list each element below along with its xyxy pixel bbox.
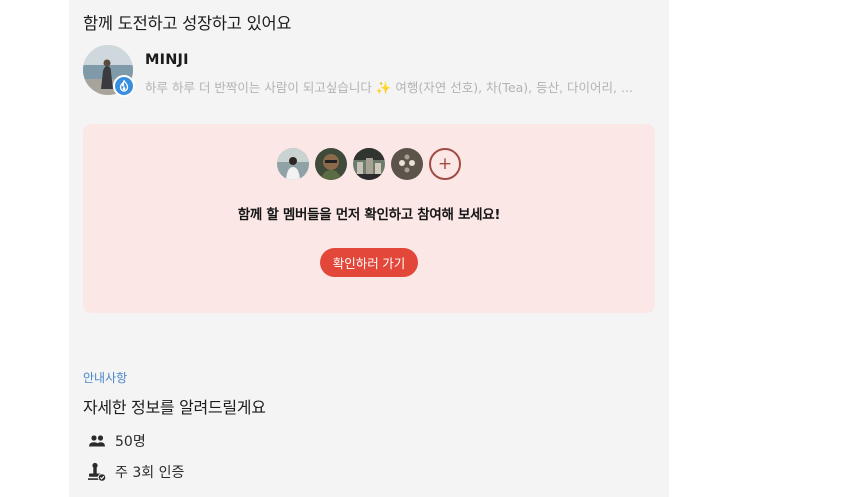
leader-bio: 하루 하루 더 반짝이는 사람이 되고싶습니다 ✨ 여행(자연 선호), 차(T… [145, 80, 633, 95]
member-avatar[interactable] [277, 148, 309, 180]
members-card-message: 함께 할 멤버들을 먼저 확인하고 참여해 보세요! [237, 207, 501, 223]
leader-profile[interactable]: MINJI 하루 하루 더 반짝이는 사람이 되고싶습니다 ✨ 여행(자연 선호… [83, 45, 653, 97]
stamp-check-icon [87, 462, 107, 482]
leader-badge [113, 75, 135, 97]
flame-icon [119, 80, 129, 92]
member-avatar-row: + [83, 148, 655, 180]
more-members-button[interactable]: + [429, 148, 461, 180]
info-row-certification: 주 3회 인증 [87, 461, 184, 483]
challenge-detail-panel: 함께 도전하고 성장하고 있어요 MINJI 하루 하루 더 반짝이는 사람이 … [69, 0, 669, 497]
people-icon [87, 431, 107, 451]
leader-name: MINJI [145, 52, 189, 68]
leader-avatar-wrap [83, 45, 135, 97]
info-row-text: 50명 [115, 434, 146, 450]
info-tag: 안내사항 [83, 371, 128, 385]
section-title: 함께 도전하고 성장하고 있어요 [83, 14, 292, 33]
member-avatar[interactable] [353, 148, 385, 180]
info-title: 자세한 정보를 알려드릴게요 [83, 398, 266, 417]
member-avatar[interactable] [391, 148, 423, 180]
members-preview-card: + 함께 할 멤버들을 먼저 확인하고 참여해 보세요! 확인하러 가기 [83, 124, 655, 313]
info-row-participants: 50명 [87, 430, 146, 452]
view-members-button[interactable]: 확인하러 가기 [320, 248, 418, 277]
member-avatar[interactable] [315, 148, 347, 180]
info-row-text: 주 3회 인증 [115, 465, 185, 481]
